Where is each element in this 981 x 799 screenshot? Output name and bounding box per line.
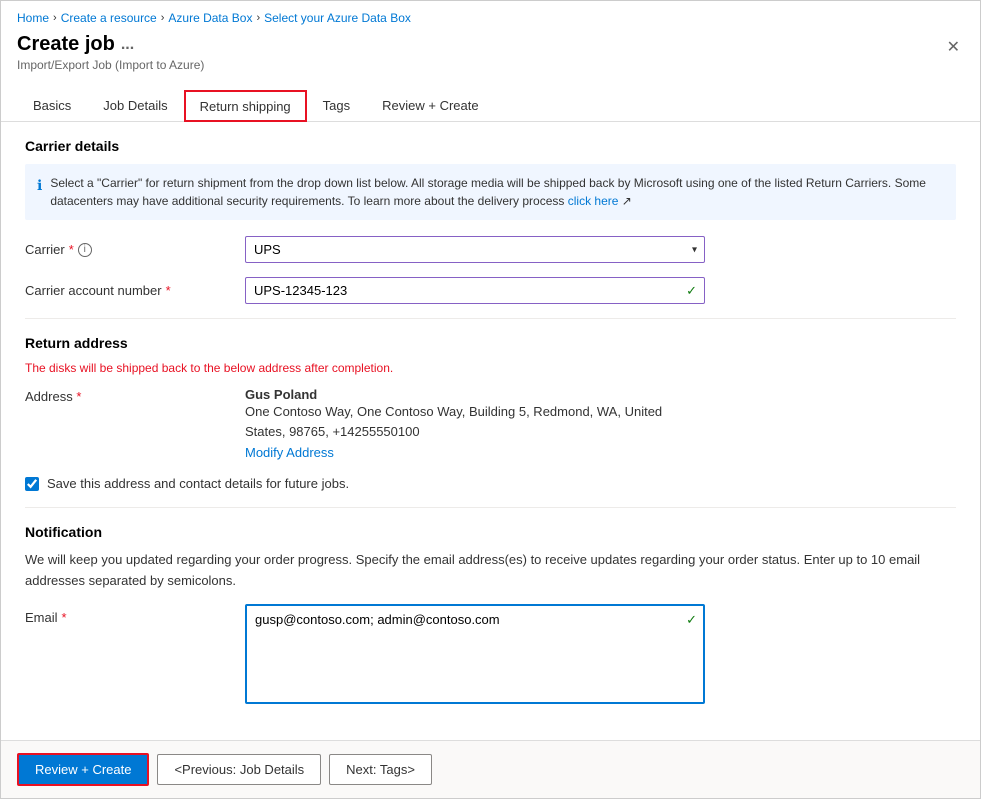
section-divider-2 — [25, 507, 956, 508]
return-address-section: Return address The disks will be shipped… — [25, 335, 956, 460]
main-window: Home › Create a resource › Azure Data Bo… — [0, 0, 981, 799]
carrier-account-control: ✓ — [245, 277, 705, 304]
account-check-icon: ✓ — [686, 283, 697, 299]
carrier-account-row: Carrier account number * ✓ — [25, 277, 956, 304]
tab-return-shipping[interactable]: Return shipping — [184, 90, 307, 122]
carrier-required: * — [69, 242, 74, 257]
address-name: Gus Poland — [245, 387, 705, 402]
email-row: Email * gusp@contoso.com; admin@contoso.… — [25, 604, 956, 707]
email-textarea[interactable]: gusp@contoso.com; admin@contoso.com — [245, 604, 705, 704]
page-header: Create job ... Import/Export Job (Import… — [1, 29, 980, 72]
carrier-select-wrapper: UPS FedEx DHL ▾ — [245, 236, 705, 263]
breadcrumb-select-data-box[interactable]: Select your Azure Data Box — [264, 11, 411, 25]
review-create-button[interactable]: Review + Create — [17, 753, 149, 786]
tab-job-details[interactable]: Job Details — [87, 90, 183, 121]
account-required: * — [166, 283, 171, 298]
main-content: Carrier details ℹ Select a "Carrier" for… — [1, 122, 980, 740]
carrier-control: UPS FedEx DHL ▾ — [245, 236, 705, 263]
breadcrumb-create-resource[interactable]: Create a resource — [61, 11, 157, 25]
click-here-link[interactable]: click here — [568, 194, 619, 208]
save-address-label: Save this address and contact details fo… — [47, 476, 349, 491]
breadcrumb-home[interactable]: Home — [17, 11, 49, 25]
carrier-account-input[interactable] — [245, 277, 705, 304]
carrier-account-input-wrapper: ✓ — [245, 277, 705, 304]
address-label: Address * — [25, 387, 245, 404]
return-address-title: Return address — [25, 335, 956, 351]
carrier-label: Carrier * i — [25, 236, 245, 257]
tab-tags[interactable]: Tags — [307, 90, 366, 121]
info-icon: ℹ — [37, 175, 42, 210]
email-control: gusp@contoso.com; admin@contoso.com ✓ — [245, 604, 705, 707]
address-detail: One Contoso Way, One Contoso Way, Buildi… — [245, 402, 705, 441]
page-subtitle: Import/Export Job (Import to Azure) — [17, 58, 204, 72]
save-address-row: Save this address and contact details fo… — [25, 476, 956, 491]
notification-title: Notification — [25, 524, 956, 540]
breadcrumb-azure-data-box[interactable]: Azure Data Box — [168, 11, 252, 25]
modify-address-link[interactable]: Modify Address — [245, 445, 705, 460]
close-button[interactable]: ✕ — [943, 33, 964, 61]
email-check-icon: ✓ — [686, 612, 697, 628]
carrier-row: Carrier * i UPS FedEx DHL ▾ — [25, 236, 956, 263]
carrier-account-label: Carrier account number * — [25, 277, 245, 298]
tab-bar: Basics Job Details Return shipping Tags … — [1, 80, 980, 122]
email-textarea-wrapper: gusp@contoso.com; admin@contoso.com ✓ — [245, 604, 705, 707]
carrier-details-title: Carrier details — [25, 138, 956, 154]
address-required: * — [76, 389, 81, 404]
footer: Review + Create <Previous: Job Details N… — [1, 740, 980, 798]
save-address-checkbox[interactable] — [25, 477, 39, 491]
next-button[interactable]: Next: Tags> — [329, 754, 432, 785]
tab-review-create[interactable]: Review + Create — [366, 90, 494, 121]
address-row: Address * Gus Poland One Contoso Way, On… — [25, 387, 956, 460]
section-divider-1 — [25, 318, 956, 319]
email-label: Email * — [25, 604, 245, 625]
title-area: Create job ... Import/Export Job (Import… — [17, 33, 204, 72]
carrier-select[interactable]: UPS FedEx DHL — [245, 236, 705, 263]
carrier-info-text: Select a "Carrier" for return shipment f… — [50, 174, 944, 210]
previous-button[interactable]: <Previous: Job Details — [157, 754, 321, 785]
notification-description: We will keep you updated regarding your … — [25, 550, 956, 592]
carrier-info-circle[interactable]: i — [78, 243, 92, 257]
breadcrumb: Home › Create a resource › Azure Data Bo… — [1, 1, 980, 29]
return-address-subtitle: The disks will be shipped back to the be… — [25, 361, 956, 375]
tab-basics[interactable]: Basics — [17, 90, 87, 121]
notification-section: Notification We will keep you updated re… — [25, 524, 956, 707]
address-content: Gus Poland One Contoso Way, One Contoso … — [245, 387, 705, 460]
page-title: Create job ... — [17, 33, 204, 56]
more-options-icon[interactable]: ... — [121, 36, 134, 54]
email-required: * — [62, 610, 67, 625]
carrier-info-box: ℹ Select a "Carrier" for return shipment… — [25, 164, 956, 220]
